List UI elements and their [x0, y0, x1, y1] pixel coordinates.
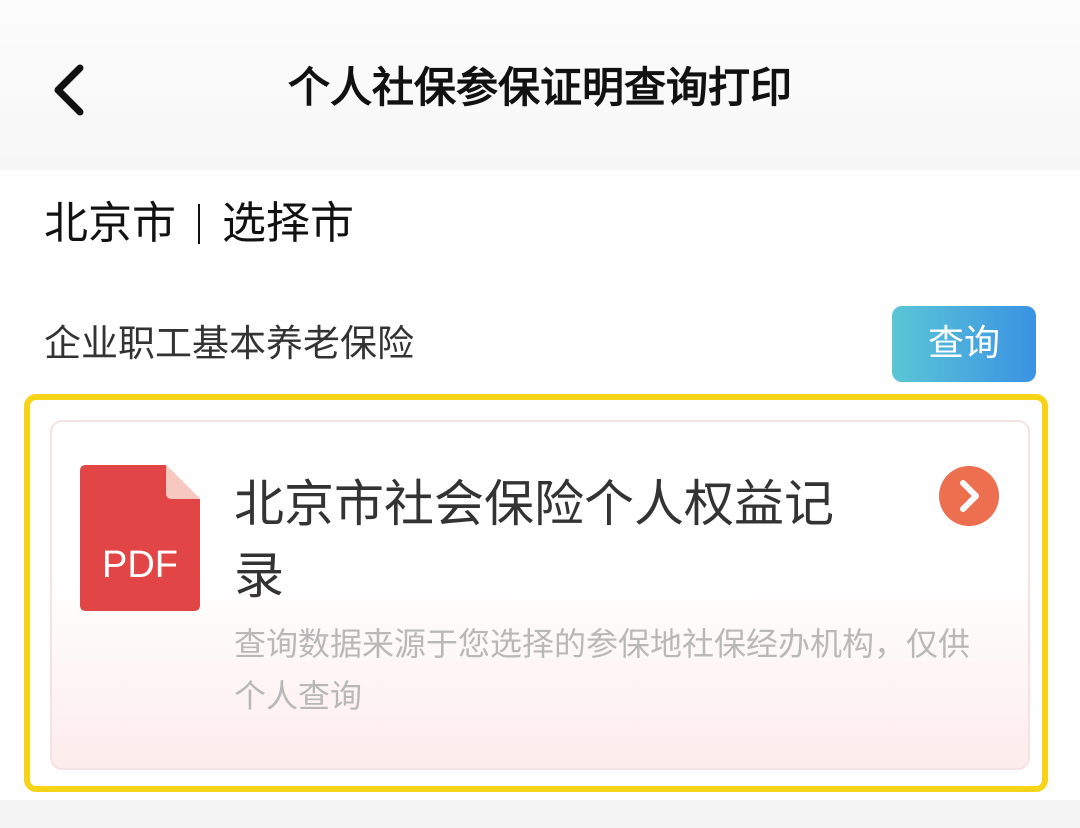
insurance-type-label: 企业职工基本养老保险	[44, 322, 414, 365]
select-city-link[interactable]: 选择市	[222, 192, 354, 256]
query-button[interactable]: 查询	[892, 306, 1036, 382]
divider	[198, 204, 200, 244]
current-city: 北京市	[44, 198, 176, 249]
highlight-frame	[24, 394, 1048, 792]
bottom-divider	[0, 800, 1080, 828]
city-selector[interactable]: 北京市 选择市	[44, 192, 354, 256]
page-title: 个人社保参保证明查询打印	[287, 63, 792, 112]
